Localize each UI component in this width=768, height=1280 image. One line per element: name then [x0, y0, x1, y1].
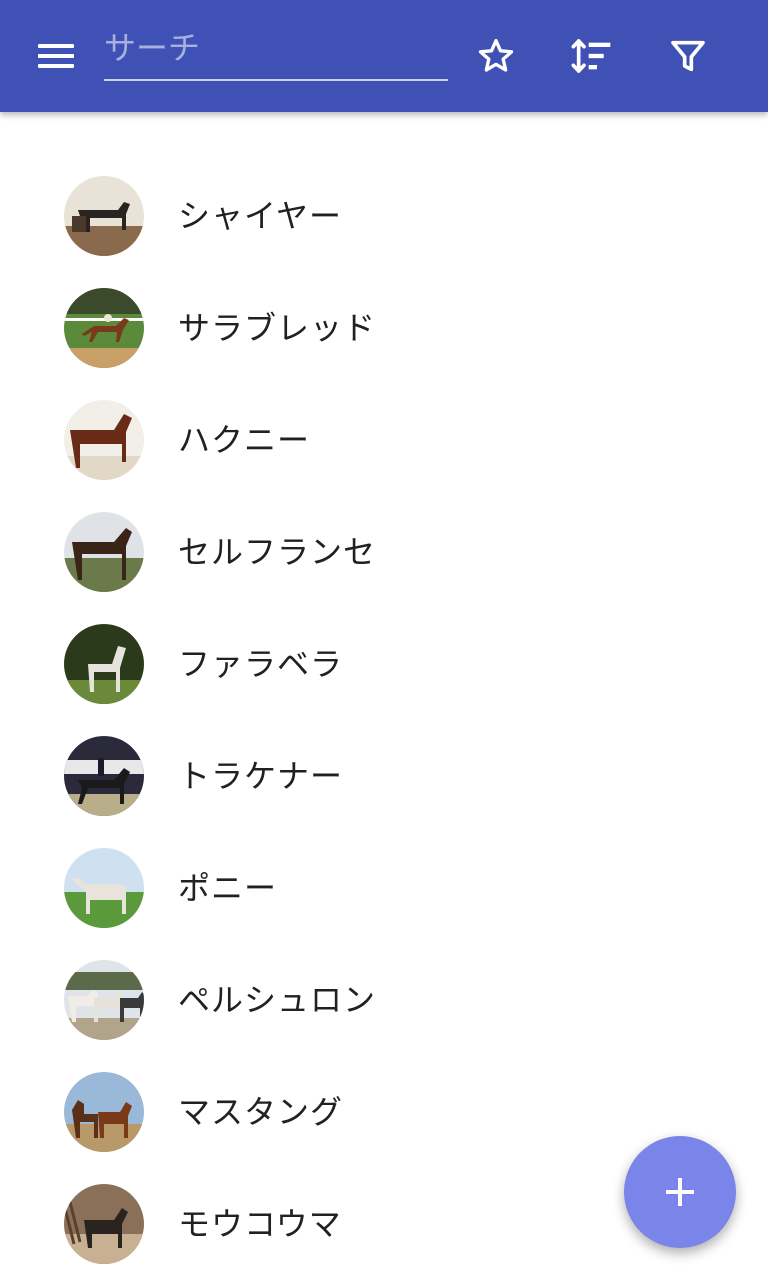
menu-button[interactable]	[24, 32, 88, 80]
app-bar	[0, 0, 768, 112]
search-input[interactable]	[104, 18, 448, 78]
search-underline	[104, 79, 448, 81]
list-item-label: セルフランセ	[178, 533, 377, 571]
horse-photo-avatar	[64, 624, 144, 704]
list-item-label: ペルシュロン	[178, 981, 377, 1019]
sort-button[interactable]	[564, 28, 620, 84]
search-field	[104, 18, 448, 82]
list-item-label: マスタング	[178, 1093, 344, 1131]
list-item-pony[interactable]: ポニー	[0, 832, 768, 944]
star-outline-icon	[478, 39, 514, 72]
horse-breed-list: シャイヤー サラブレッド ハクニー セルフランセ ファラベラ トラケナー ポニー…	[0, 160, 768, 1280]
list-item-label: シャイヤー	[178, 197, 343, 235]
horse-photo-avatar	[64, 400, 144, 480]
horse-photo-avatar	[64, 1072, 144, 1152]
sort-icon	[571, 39, 611, 73]
filter-button[interactable]	[660, 28, 716, 84]
hamburger-menu-icon-bar-middle	[38, 54, 74, 58]
list-item-thoroughbred[interactable]: サラブレッド	[0, 272, 768, 384]
horse-photo-avatar	[64, 848, 144, 928]
plus-icon	[666, 1178, 694, 1206]
hamburger-menu-icon-bar-top	[38, 44, 74, 48]
add-button[interactable]	[624, 1136, 736, 1248]
list-item-trakehner[interactable]: トラケナー	[0, 720, 768, 832]
horse-photo-avatar	[64, 1184, 144, 1264]
list-item-label: サラブレッド	[178, 309, 377, 347]
list-item-label: モウコウマ	[178, 1205, 342, 1243]
horse-photo-avatar	[64, 736, 144, 816]
list-item-hackney[interactable]: ハクニー	[0, 384, 768, 496]
list-item-label: トラケナー	[178, 757, 344, 795]
list-item-label: ポニー	[178, 869, 278, 907]
horse-photo-avatar	[64, 176, 144, 256]
filter-icon	[671, 40, 705, 72]
list-item-selle-francais[interactable]: セルフランセ	[0, 496, 768, 608]
horse-photo-avatar	[64, 960, 144, 1040]
favorites-button[interactable]	[468, 28, 524, 84]
list-item-falabella[interactable]: ファラベラ	[0, 608, 768, 720]
list-item-shire[interactable]: シャイヤー	[0, 160, 768, 272]
horse-photo-avatar	[64, 512, 144, 592]
list-item-label: ファラベラ	[178, 645, 344, 683]
list-item-label: ハクニー	[178, 421, 311, 459]
hamburger-menu-icon-bar-bottom	[38, 64, 74, 68]
horse-photo-avatar	[64, 288, 144, 368]
list-item-percheron[interactable]: ペルシュロン	[0, 944, 768, 1056]
